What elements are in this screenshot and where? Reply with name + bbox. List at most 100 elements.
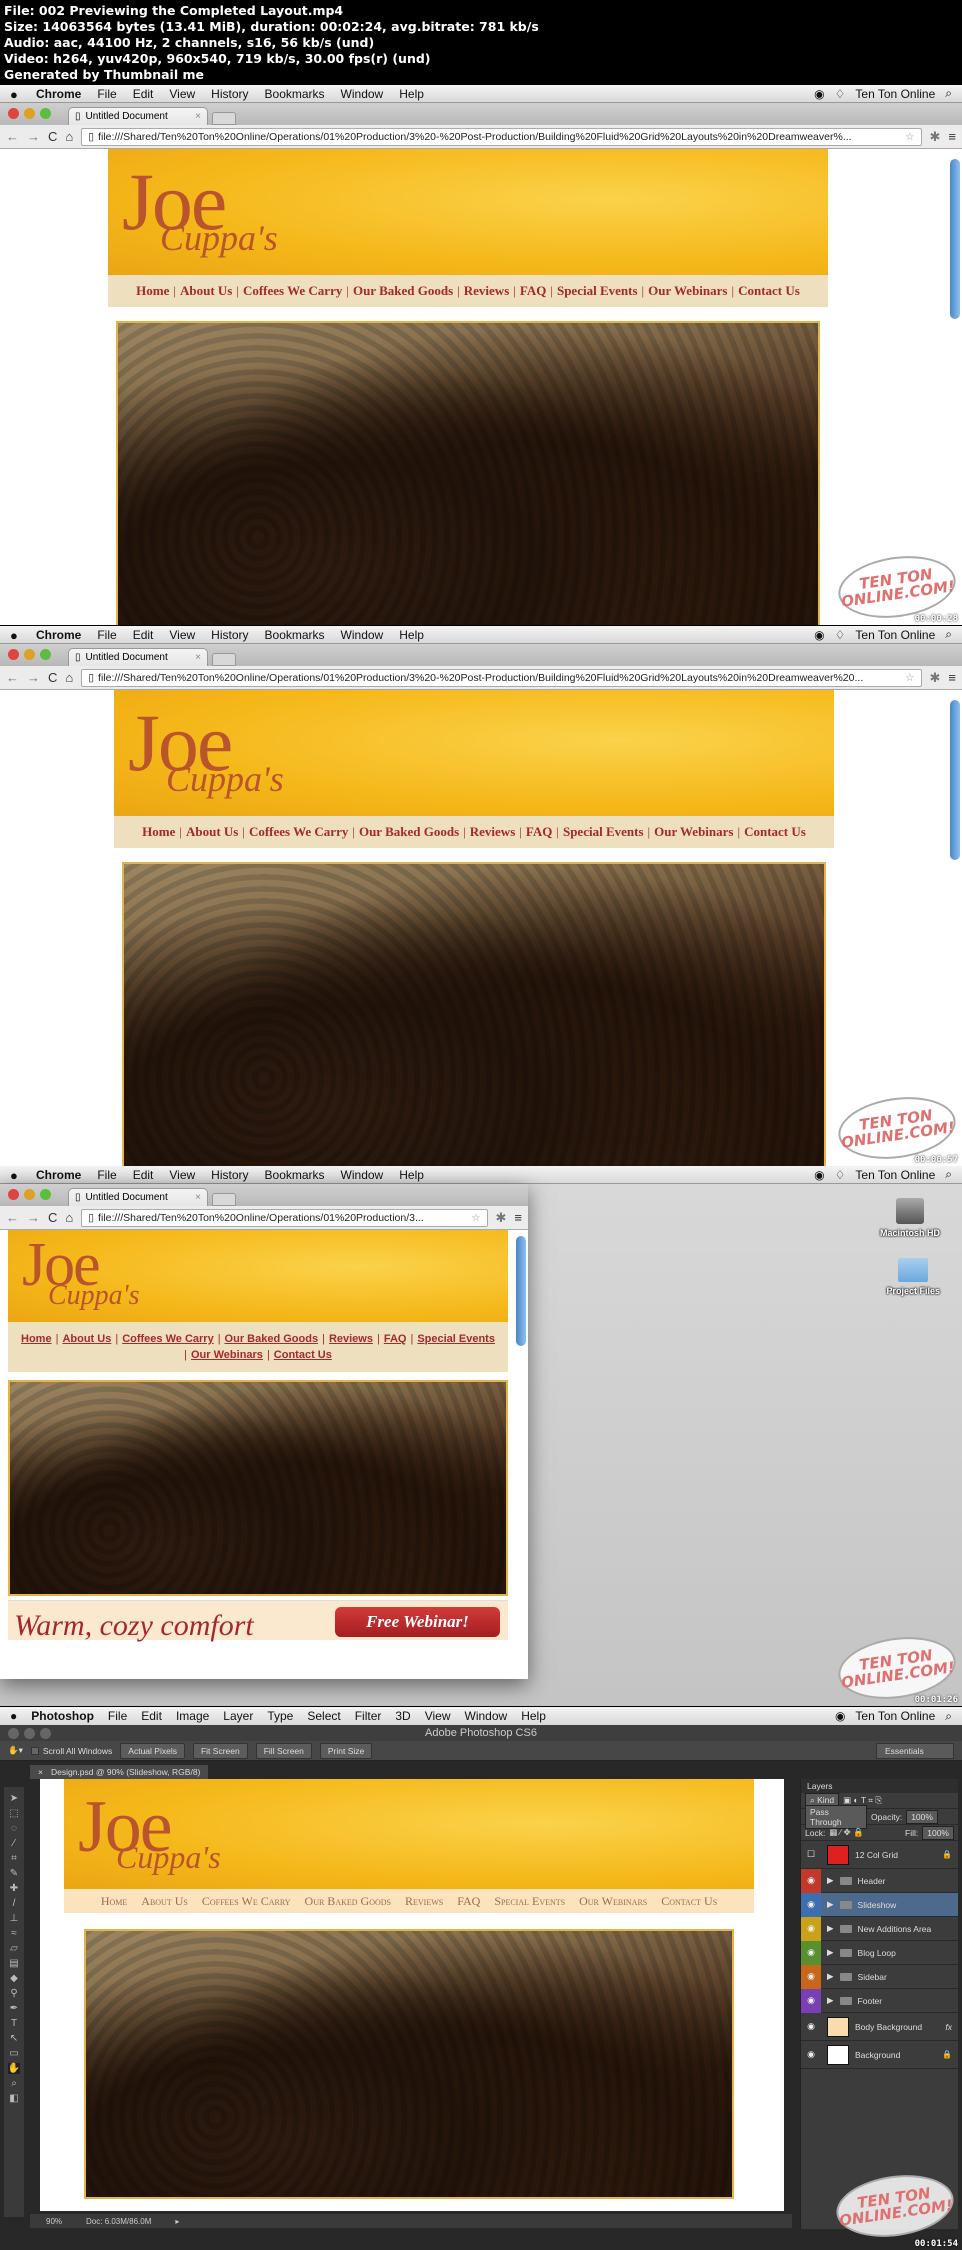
menu-window[interactable]: Window	[341, 87, 384, 101]
menu-view[interactable]: View	[425, 1709, 451, 1723]
visibility-eye-icon[interactable]: ◉	[801, 1988, 821, 2013]
tab-close-icon[interactable]: ×	[195, 1192, 201, 1203]
expand-arrow-icon[interactable]: ▶	[827, 1899, 834, 1910]
minimize-window-button[interactable]	[24, 1189, 35, 1200]
forward-icon[interactable]: →	[27, 670, 40, 685]
expand-arrow-icon[interactable]: ▶	[827, 1947, 834, 1958]
nav-baked-goods[interactable]: Our Baked Goods	[353, 283, 453, 299]
menu-help[interactable]: Help	[521, 1709, 546, 1723]
zoom-window-button[interactable]	[40, 649, 51, 660]
actual-pixels-button[interactable]: Actual Pixels	[120, 1742, 185, 1759]
spotlight-icon[interactable]: ⌕	[945, 1167, 952, 1182]
path-select-tool-icon[interactable]: ↖	[10, 2033, 18, 2044]
new-tab-button[interactable]	[212, 112, 236, 125]
menu-edit[interactable]: Edit	[141, 1709, 162, 1723]
menu-image[interactable]: Image	[176, 1709, 209, 1723]
status-icon[interactable]: ◉	[835, 1709, 845, 1724]
apple-icon[interactable]: ●	[10, 1709, 17, 1723]
fit-screen-button[interactable]: Fit Screen	[192, 1742, 248, 1759]
nav-contact[interactable]: Contact Us	[744, 824, 806, 840]
forward-icon[interactable]: →	[27, 1210, 40, 1225]
home-icon[interactable]: ⌂	[65, 1210, 73, 1225]
status-icon[interactable]: ◉	[814, 1168, 824, 1182]
address-bar[interactable]: ▯ file:///Shared/Ten%20Ton%20Online/Opera…	[81, 1208, 488, 1227]
spotlight-icon[interactable]: ⌕	[945, 86, 952, 101]
chrome-menu-icon[interactable]: ≡	[948, 670, 956, 685]
menu-file[interactable]: File	[108, 1709, 127, 1723]
menu-app[interactable]: Chrome	[36, 87, 81, 101]
visibility-eye-icon[interactable]: ◉	[801, 1916, 821, 1941]
visibility-eye-icon[interactable]: ◉	[801, 1964, 821, 1989]
brush-tool-icon[interactable]: /	[13, 1898, 16, 1909]
nav-webinars[interactable]: Our Webinars	[191, 1349, 263, 1361]
menu-window[interactable]: Window	[341, 1168, 384, 1182]
zoom-window-button[interactable]	[40, 108, 51, 119]
menu-help[interactable]: Help	[399, 1168, 424, 1182]
visibility-eye-icon[interactable]: ◉	[801, 1940, 821, 1965]
visibility-eye-icon[interactable]: ◉	[801, 2015, 821, 2039]
nav-special-events[interactable]: Special Events	[557, 283, 638, 299]
hand-tool-icon[interactable]: ✋▾	[8, 1745, 23, 1756]
visibility-eye-icon[interactable]: ◉	[801, 1868, 821, 1893]
menu-app[interactable]: Chrome	[36, 1168, 81, 1182]
menu-app[interactable]: Photoshop	[31, 1709, 94, 1723]
notification-icon[interactable]: ♢	[835, 1168, 846, 1182]
menu-edit[interactable]: Edit	[133, 628, 154, 642]
menu-edit[interactable]: Edit	[133, 1168, 154, 1182]
expand-arrow-icon[interactable]: ▶	[827, 1923, 834, 1934]
zoom-level[interactable]: 90%	[46, 2217, 62, 2226]
nav-home[interactable]: Home	[21, 1333, 52, 1345]
visibility-eye-icon[interactable]: ◉	[801, 1892, 821, 1917]
minimize-window-button[interactable]	[24, 108, 35, 119]
free-webinar-button[interactable]: Free Webinar!	[335, 1607, 500, 1637]
type-tool-icon[interactable]: T	[11, 2018, 17, 2029]
menu-type[interactable]: Type	[267, 1709, 293, 1723]
layer-row[interactable]: ◉ ▶ Slideshow	[801, 1892, 958, 1917]
layer-row[interactable]: ◉ ▶ New Additions Area	[801, 1916, 958, 1941]
layer-row[interactable]: ☐ 12 Col Grid 🔒	[801, 1841, 958, 1869]
menu-filter[interactable]: Filter	[355, 1709, 382, 1723]
scrollbar[interactable]	[516, 1236, 526, 1346]
menu-layer[interactable]: Layer	[223, 1709, 253, 1723]
spotlight-icon[interactable]: ⌕	[945, 627, 952, 642]
nav-faq[interactable]: FAQ	[520, 283, 546, 299]
nav-special-events[interactable]: Special Events	[417, 1333, 495, 1345]
nav-reviews[interactable]: Reviews	[329, 1333, 373, 1345]
quick-select-tool-icon[interactable]: ⁄	[13, 1838, 15, 1849]
nav-reviews[interactable]: Reviews	[470, 824, 516, 840]
menu-edit[interactable]: Edit	[133, 87, 154, 101]
nav-reviews[interactable]: Reviews	[464, 283, 510, 299]
layers-tab[interactable]: Layers	[801, 1779, 958, 1793]
history-brush-icon[interactable]: ≈	[11, 1928, 17, 1939]
nav-about[interactable]: About Us	[186, 824, 238, 840]
apple-icon[interactable]: ●	[10, 628, 22, 643]
gradient-tool-icon[interactable]: ▤	[9, 1958, 18, 1969]
menu-window[interactable]: Window	[341, 628, 384, 642]
fill-field[interactable]: 100%	[922, 1825, 954, 1840]
zoom-window-button[interactable]	[40, 1189, 51, 1200]
bookmark-star-icon[interactable]: ☆	[471, 1212, 480, 1224]
nav-coffees[interactable]: Coffees We Carry	[243, 283, 342, 299]
close-window-button[interactable]	[8, 1728, 19, 1739]
browser-tab[interactable]: ▯ Untitled Document ×	[68, 1188, 208, 1206]
forward-icon[interactable]: →	[27, 129, 40, 144]
eyedropper-tool-icon[interactable]: ✎	[10, 1868, 18, 1879]
nav-coffees[interactable]: Coffees We Carry	[249, 824, 348, 840]
visibility-eye-icon[interactable]: ☐	[801, 1843, 821, 1867]
extension-icon[interactable]: ✱	[930, 670, 941, 686]
home-icon[interactable]: ⌂	[65, 670, 73, 685]
user-name[interactable]: Ten Ton Online	[855, 1709, 935, 1724]
tab-close-icon[interactable]: ×	[195, 652, 201, 663]
nav-webinars[interactable]: Our Webinars	[648, 283, 727, 299]
address-bar[interactable]: ▯ file:///Shared/Ten%20Ton%20Online/Opera…	[81, 127, 922, 146]
menu-view[interactable]: View	[169, 628, 195, 642]
pen-tool-icon[interactable]: ✒	[10, 2003, 18, 2014]
nav-faq[interactable]: FAQ	[526, 824, 552, 840]
chrome-menu-icon[interactable]: ≡	[948, 129, 956, 144]
hand-tool-icon[interactable]: ✋	[7, 2063, 21, 2074]
new-tab-button[interactable]	[212, 653, 236, 666]
layer-row[interactable]: ◉ Background 🔒	[801, 2041, 958, 2069]
nav-special-events[interactable]: Special Events	[563, 824, 644, 840]
close-doc-icon[interactable]: ×	[38, 1767, 43, 1777]
browser-tab[interactable]: ▯ Untitled Document ×	[68, 107, 208, 125]
